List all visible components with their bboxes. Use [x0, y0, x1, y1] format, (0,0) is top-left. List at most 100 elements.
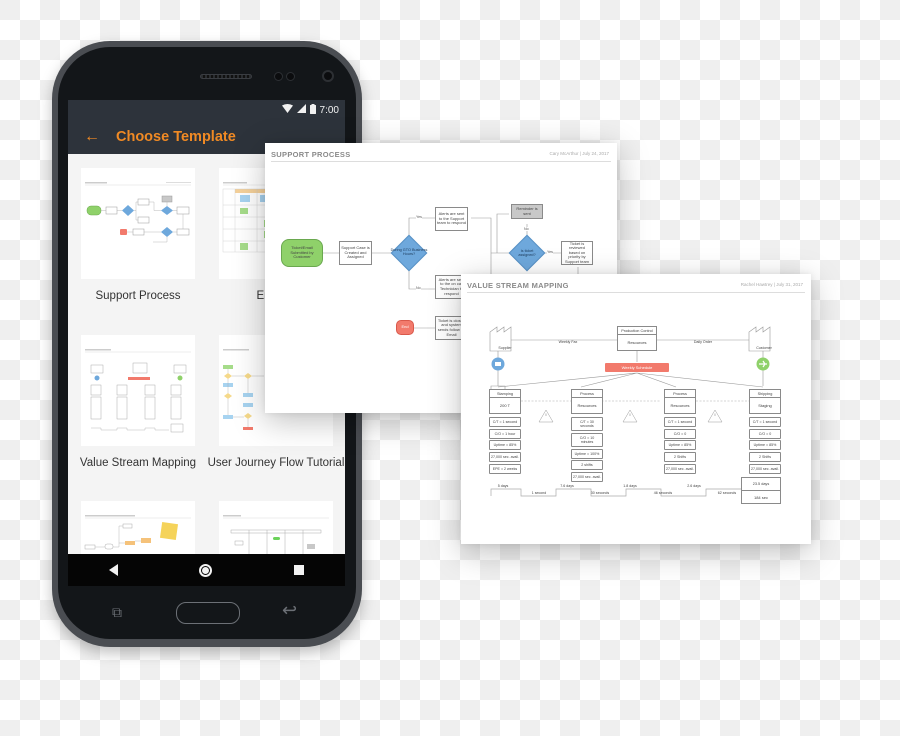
process-head: Shipping — [750, 390, 780, 398]
production-control-label: Production Control — [618, 327, 656, 335]
metric-changeover: C/O = 10 minutes — [571, 432, 603, 447]
timeline-days: 2.6 days — [687, 484, 701, 488]
metric-uptime: Uptime = 100% — [571, 448, 603, 459]
process-head: Process — [665, 390, 695, 398]
metric-changeover: C/O = 0 — [749, 428, 781, 439]
timeline-days: 7.6 days — [560, 484, 574, 488]
value-stream-preview — [85, 349, 191, 433]
weekly-fax-label: Weekly Fax — [558, 340, 578, 344]
process-box: Process Resources — [571, 389, 603, 414]
metric-available: 27,000 sec. avail. — [664, 463, 696, 474]
timeline-days: 5 days — [497, 484, 509, 488]
supplier-label: Supplier — [498, 346, 512, 350]
template-label: Support Process — [95, 290, 181, 302]
inventory-label: I — [714, 413, 716, 417]
timeline-seconds: 46 seconds — [653, 491, 673, 495]
hardware-recent-apps-icon[interactable]: ⧉ — [112, 604, 122, 621]
metric-changeover: C/O = 1 hour — [489, 428, 521, 439]
metric-shifts: 2 Shifts — [664, 451, 696, 462]
earpiece-speaker — [200, 74, 252, 79]
process-head: Process — [572, 390, 602, 398]
metric-changeover: C/O = 0 — [664, 428, 696, 439]
status-bar: 7:00 — [68, 100, 345, 120]
hardware-home-button[interactable] — [176, 602, 240, 624]
metrics-process-1: C/T = 30 seconds C/O = 10 minutes Uptime… — [571, 417, 603, 483]
process-box-shipping: Shipping Staging — [749, 389, 781, 414]
process-box: Process Resources — [664, 389, 696, 414]
metrics-process-2: C/T = 1 second C/O = 0 Uptime = 85% 2 Sh… — [664, 417, 696, 475]
total-seconds: 184 sec — [753, 495, 768, 500]
template-label: Value Stream Mapping — [79, 457, 197, 469]
page-title: Choose Template — [116, 129, 236, 145]
node-start: Ticket/Email Submitted by Customer — [281, 239, 323, 267]
metric-available: 27,000 sec. avail. — [489, 451, 521, 462]
proximity-sensor — [274, 72, 283, 81]
nav-home-icon[interactable] — [199, 563, 213, 577]
template-card[interactable] — [219, 501, 333, 554]
nav-back-icon[interactable] — [108, 564, 118, 576]
process-head: Stamping — [490, 390, 520, 398]
metric-cycle-time: C/T = 1 second — [749, 417, 781, 428]
nav-recent-icon[interactable] — [294, 565, 305, 575]
battery-icon — [309, 103, 316, 117]
metric-shifts: 2 shifts — [571, 460, 603, 471]
edge-label-yes: Yes — [547, 250, 553, 254]
process-body: Staging — [758, 403, 772, 408]
android-nav-bar — [68, 554, 345, 586]
timeline-seconds: 1 second — [531, 491, 547, 495]
production-control-box: Production Control Resources — [617, 326, 657, 351]
support-process-preview — [85, 182, 191, 243]
edge-label-no: No — [416, 286, 421, 290]
metrics-shipping: C/T = 1 second C/O = 0 Uptime = 85% 2 Sh… — [749, 417, 781, 475]
metric-uptime: Uptime = 85% — [749, 440, 781, 451]
process-box-stamping: Stamping 200 T — [489, 389, 521, 414]
metric-available: 27,000 sec. avail. — [571, 471, 603, 482]
daily-order-label: Daily Order — [693, 340, 713, 344]
wifi-icon — [281, 104, 293, 116]
node-end: End — [396, 320, 414, 335]
process-body: Resources — [577, 403, 597, 408]
metric-cycle-time: C/T = 1 second — [489, 417, 521, 428]
process-body: 200 T — [499, 403, 511, 408]
value-stream-mapping-document: VALUE STREAM MAPPING Rachel Hawtrey | Ju… — [461, 274, 811, 544]
process-body: Resources — [670, 403, 690, 408]
template-preview — [223, 515, 329, 554]
metric-cycle-time: C/T = 1 second — [664, 417, 696, 428]
template-thumbnail — [81, 168, 195, 279]
template-card-value-stream-mapping[interactable]: Value Stream Mapping — [80, 335, 196, 469]
node-alert-team: Alerts are sent to the Support team to r… — [435, 207, 468, 231]
metric-epe: EPE = 2 weeks — [489, 463, 521, 474]
template-card-support-process[interactable]: Support Process — [81, 168, 195, 302]
metrics-stamping: C/T = 1 second C/O = 1 hour Uptime = 85%… — [489, 417, 521, 475]
metric-uptime: Uptime = 85% — [489, 440, 521, 451]
arrow-left-icon[interactable]: ← — [68, 128, 116, 146]
template-thumbnail — [81, 335, 195, 446]
customer-label: Customer — [756, 346, 772, 350]
front-camera — [322, 70, 334, 82]
edge-label-no: No — [524, 227, 529, 231]
template-thumbnail — [81, 501, 195, 554]
template-label: User Journey Flow Tutorial — [207, 457, 345, 469]
decision-label: Is ticket assigned? — [518, 249, 536, 258]
inventory-label: I — [629, 413, 631, 417]
edge-label-yes: Yes — [416, 215, 422, 219]
decision-label: During GTO Business Hours? — [390, 248, 428, 257]
metric-available: 27,000 sec. avail. — [749, 463, 781, 474]
node-reminder: Reminder is sent — [511, 204, 543, 219]
template-thumbnail — [219, 501, 333, 554]
hardware-back-icon[interactable]: ↩ — [282, 600, 297, 621]
total-days: 23.5 days — [742, 478, 780, 491]
resources-label: Resources — [627, 340, 647, 345]
metric-cycle-time: C/T = 30 seconds — [571, 417, 603, 432]
timeline-days: 1.8 days — [623, 484, 637, 488]
timeline-total-box: 23.5 days 184 sec — [741, 477, 781, 504]
template-card[interactable] — [81, 501, 195, 554]
node-support-case: Support Case is Created and Assigned — [339, 241, 372, 265]
weekly-schedule-box: Weekly Schedule — [605, 363, 669, 372]
inventory-label: I — [545, 413, 547, 417]
signal-icon — [296, 104, 306, 116]
metric-shifts: 2 Shifts — [749, 451, 781, 462]
light-sensor — [286, 72, 295, 81]
template-preview — [84, 515, 191, 550]
timeline-seconds: 30 seconds — [590, 491, 610, 495]
